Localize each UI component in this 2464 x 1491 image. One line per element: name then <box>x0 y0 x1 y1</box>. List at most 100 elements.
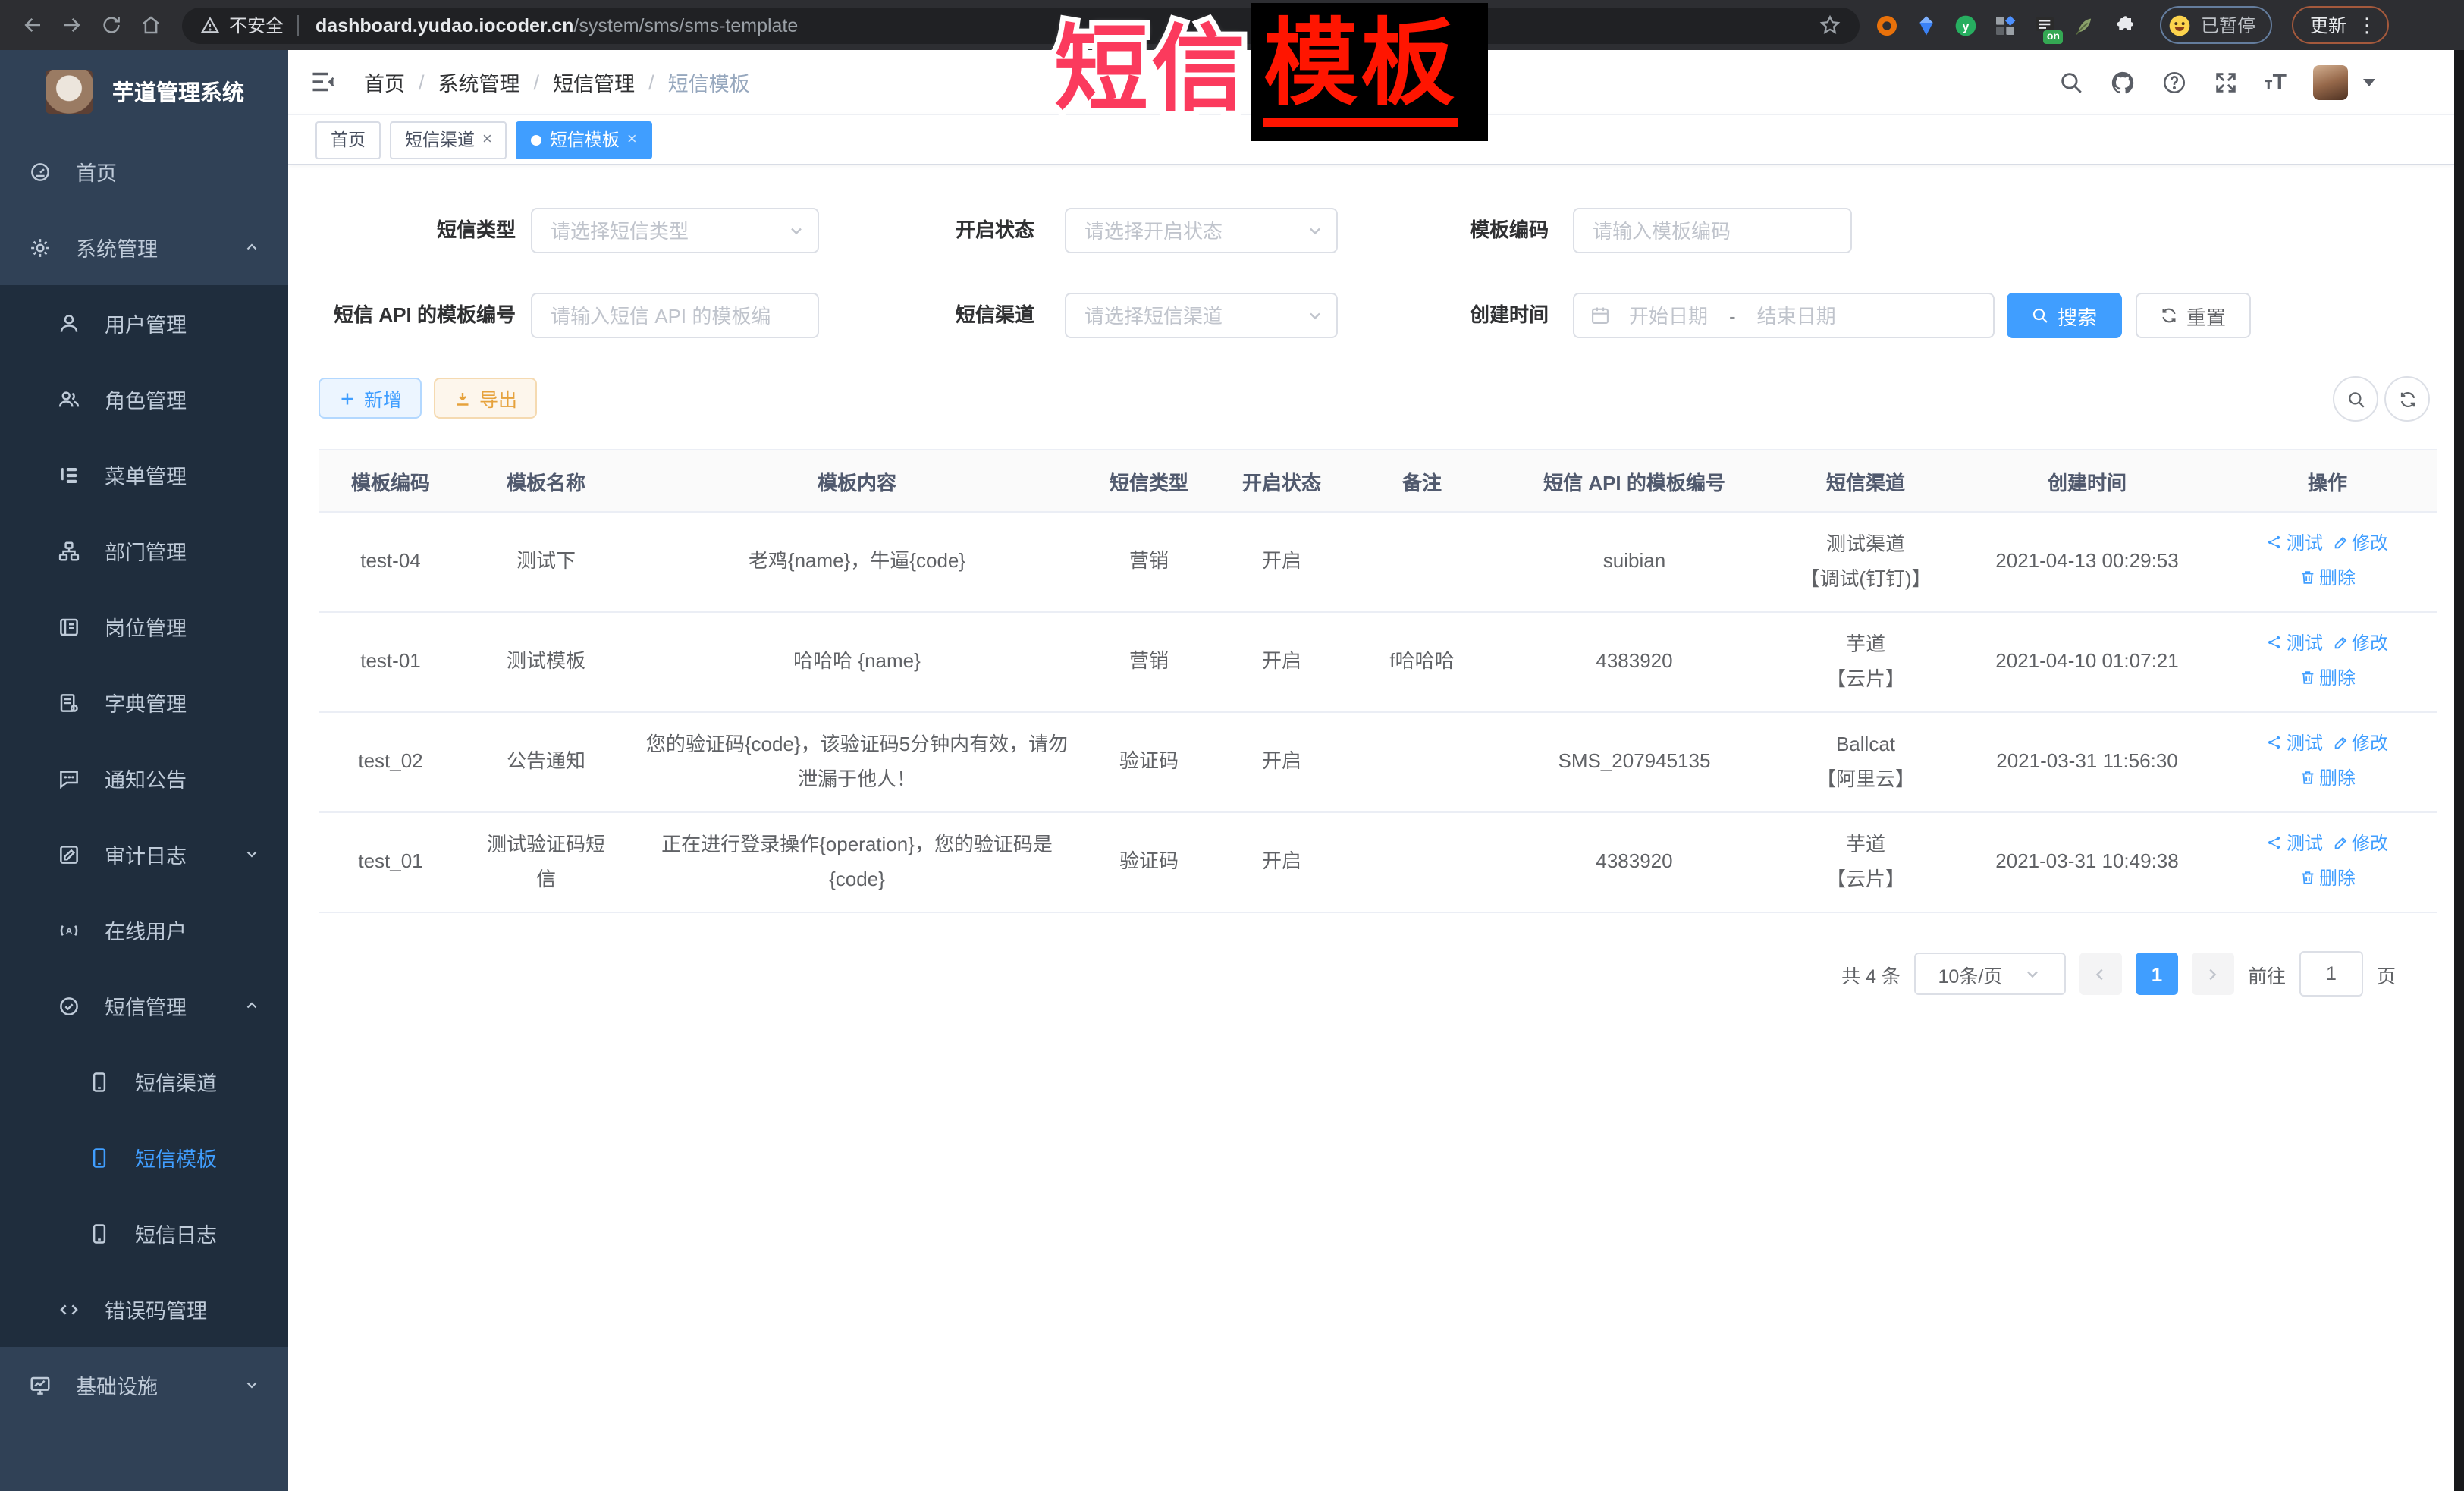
sidebar-item-5[interactable]: 部门管理 <box>0 513 288 589</box>
extension-list-on-icon[interactable]: on <box>2032 13 2057 37</box>
address-bar[interactable]: 不安全 dashboard.yudao.iocoder.cn/system/sm… <box>182 7 1860 43</box>
bookmark-star-icon[interactable] <box>1819 14 1841 36</box>
test-link-label: 测试 <box>2287 827 2323 859</box>
sidebar-item-6[interactable]: 岗位管理 <box>0 589 288 664</box>
api-template-id-input[interactable] <box>532 294 818 337</box>
date-range-picker[interactable]: - <box>1573 293 1995 338</box>
search-icon[interactable] <box>2058 69 2084 95</box>
test-link[interactable]: 测试 <box>2267 727 2323 758</box>
not-secure-warning-icon[interactable] <box>200 15 220 35</box>
breadcrumb-sms[interactable]: 短信管理 <box>553 67 635 97</box>
cell-channel-name: 芋道 <box>1790 829 1941 862</box>
current-page-button[interactable]: 1 <box>2136 953 2178 995</box>
sidebar-item-10[interactable]: A在线用户 <box>0 892 288 968</box>
tab-sms-template[interactable]: 短信模板 × <box>516 121 652 159</box>
fullscreen-icon[interactable] <box>2213 69 2239 95</box>
sidebar-item-7[interactable]: 字典管理 <box>0 664 288 740</box>
sms-type-select-input[interactable] <box>532 209 787 252</box>
template-code-field[interactable] <box>1573 208 1852 253</box>
github-icon[interactable] <box>2110 69 2136 95</box>
sidebar-item-1[interactable]: 系统管理 <box>0 209 288 285</box>
dashboard-icon <box>29 160 52 183</box>
breadcrumb-home[interactable]: 首页 <box>364 67 405 97</box>
cell-name: 测试下 <box>463 512 629 612</box>
extension-donut-icon[interactable] <box>1875 13 1899 37</box>
extension-green-circle-icon[interactable]: y <box>1954 13 1978 37</box>
prev-page-button[interactable] <box>2079 953 2122 995</box>
app-logo-row[interactable]: 芋道管理系统 <box>0 50 288 133</box>
test-link[interactable]: 测试 <box>2267 627 2323 658</box>
export-button[interactable]: 导出 <box>434 378 537 419</box>
close-icon[interactable]: × <box>482 131 492 148</box>
sidebar: 芋道管理系统 首页系统管理用户管理角色管理菜单管理部门管理岗位管理字典管理通知公… <box>0 50 288 1491</box>
sms-channel-select-input[interactable] <box>1066 294 1306 337</box>
browser-reload-icon[interactable] <box>93 7 129 43</box>
sidebar-item-14[interactable]: 短信日志 <box>0 1195 288 1271</box>
delete-icon <box>2299 769 2316 786</box>
extension-gem-icon[interactable] <box>1914 13 1938 37</box>
avatar[interactable] <box>2312 64 2347 99</box>
sidebar-item-11[interactable]: 短信管理 <box>0 968 288 1044</box>
sidebar-item-15[interactable]: 错误码管理 <box>0 1271 288 1347</box>
page-url[interactable]: dashboard.yudao.iocoder.cn/system/sms/sm… <box>315 11 798 39</box>
add-button[interactable]: 新增 <box>319 378 422 419</box>
sidebar-item-3[interactable]: 角色管理 <box>0 361 288 437</box>
sidebar-item-9[interactable]: 审计日志 <box>0 816 288 892</box>
search-button[interactable]: 搜索 <box>2007 293 2122 338</box>
status-select-input[interactable] <box>1066 209 1306 252</box>
delete-link[interactable]: 删除 <box>2299 762 2356 793</box>
help-icon[interactable] <box>2161 69 2187 95</box>
tab-sms-channel[interactable]: 短信渠道× <box>390 121 507 159</box>
edit-link[interactable]: 修改 <box>2332 727 2388 758</box>
end-date-input[interactable] <box>1739 293 1854 338</box>
browser-profile-chip[interactable]: 已暂停 <box>2160 6 2272 44</box>
edit-link[interactable]: 修改 <box>2332 827 2388 859</box>
test-link[interactable]: 测试 <box>2267 827 2323 859</box>
tab-home[interactable]: 首页 <box>315 121 381 159</box>
sms-channel-select[interactable] <box>1065 293 1338 338</box>
refresh-button[interactable] <box>2384 376 2430 422</box>
edit-link[interactable]: 修改 <box>2332 527 2388 558</box>
sidebar-item-8[interactable]: 通知公告 <box>0 740 288 816</box>
filter-label-status: 开启状态 <box>834 208 1034 253</box>
cell-code: test_02 <box>319 712 463 812</box>
page-size-select[interactable]: 10条/页 <box>1914 953 2066 995</box>
show-search-button[interactable] <box>2333 376 2378 422</box>
browser-update-button[interactable]: 更新 ⋮ <box>2292 6 2389 44</box>
export-button-label: 导出 <box>479 384 517 413</box>
next-page-button[interactable] <box>2192 953 2234 995</box>
extension-puzzle-icon[interactable] <box>2111 13 2136 37</box>
sidebar-item-13[interactable]: 短信模板 <box>0 1119 288 1195</box>
sidebar-item-2[interactable]: 用户管理 <box>0 285 288 361</box>
breadcrumb-system[interactable]: 系统管理 <box>438 67 520 97</box>
sidebar-item-4[interactable]: 菜单管理 <box>0 437 288 513</box>
edit-link[interactable]: 修改 <box>2332 627 2388 658</box>
tab-label: 短信模板 <box>550 127 620 152</box>
browser-home-icon[interactable] <box>132 7 168 43</box>
security-label[interactable]: 不安全 <box>229 12 284 38</box>
api-template-id-field[interactable] <box>531 293 819 338</box>
delete-link[interactable]: 删除 <box>2299 662 2356 693</box>
start-date-input[interactable] <box>1611 293 1726 338</box>
kebab-menu-icon[interactable]: ⋮ <box>2357 15 2377 35</box>
sidebar-item-16[interactable]: 基础设施 <box>0 1347 288 1423</box>
font-size-icon[interactable]: тT <box>2265 69 2287 95</box>
sms-type-select[interactable] <box>531 208 819 253</box>
test-link[interactable]: 测试 <box>2267 527 2323 558</box>
template-code-input[interactable] <box>1574 209 1850 252</box>
browser-back-icon[interactable] <box>14 7 50 43</box>
sidebar-item-12[interactable]: 短信渠道 <box>0 1044 288 1119</box>
page-size-value: 10条/页 <box>1938 959 2003 988</box>
chevron-down-icon[interactable] <box>2362 78 2375 86</box>
extension-grid-icon[interactable] <box>1993 13 2017 37</box>
browser-forward-icon[interactable] <box>53 7 89 43</box>
goto-page-input[interactable] <box>2299 951 2363 997</box>
close-icon[interactable]: × <box>627 131 637 148</box>
delete-link[interactable]: 删除 <box>2299 562 2356 593</box>
sidebar-item-0[interactable]: 首页 <box>0 133 288 209</box>
delete-link[interactable]: 删除 <box>2299 862 2356 893</box>
sidebar-collapse-icon[interactable] <box>309 68 337 96</box>
reset-button[interactable]: 重置 <box>2136 293 2251 338</box>
status-select[interactable] <box>1065 208 1338 253</box>
extension-feather-icon[interactable] <box>2072 13 2096 37</box>
